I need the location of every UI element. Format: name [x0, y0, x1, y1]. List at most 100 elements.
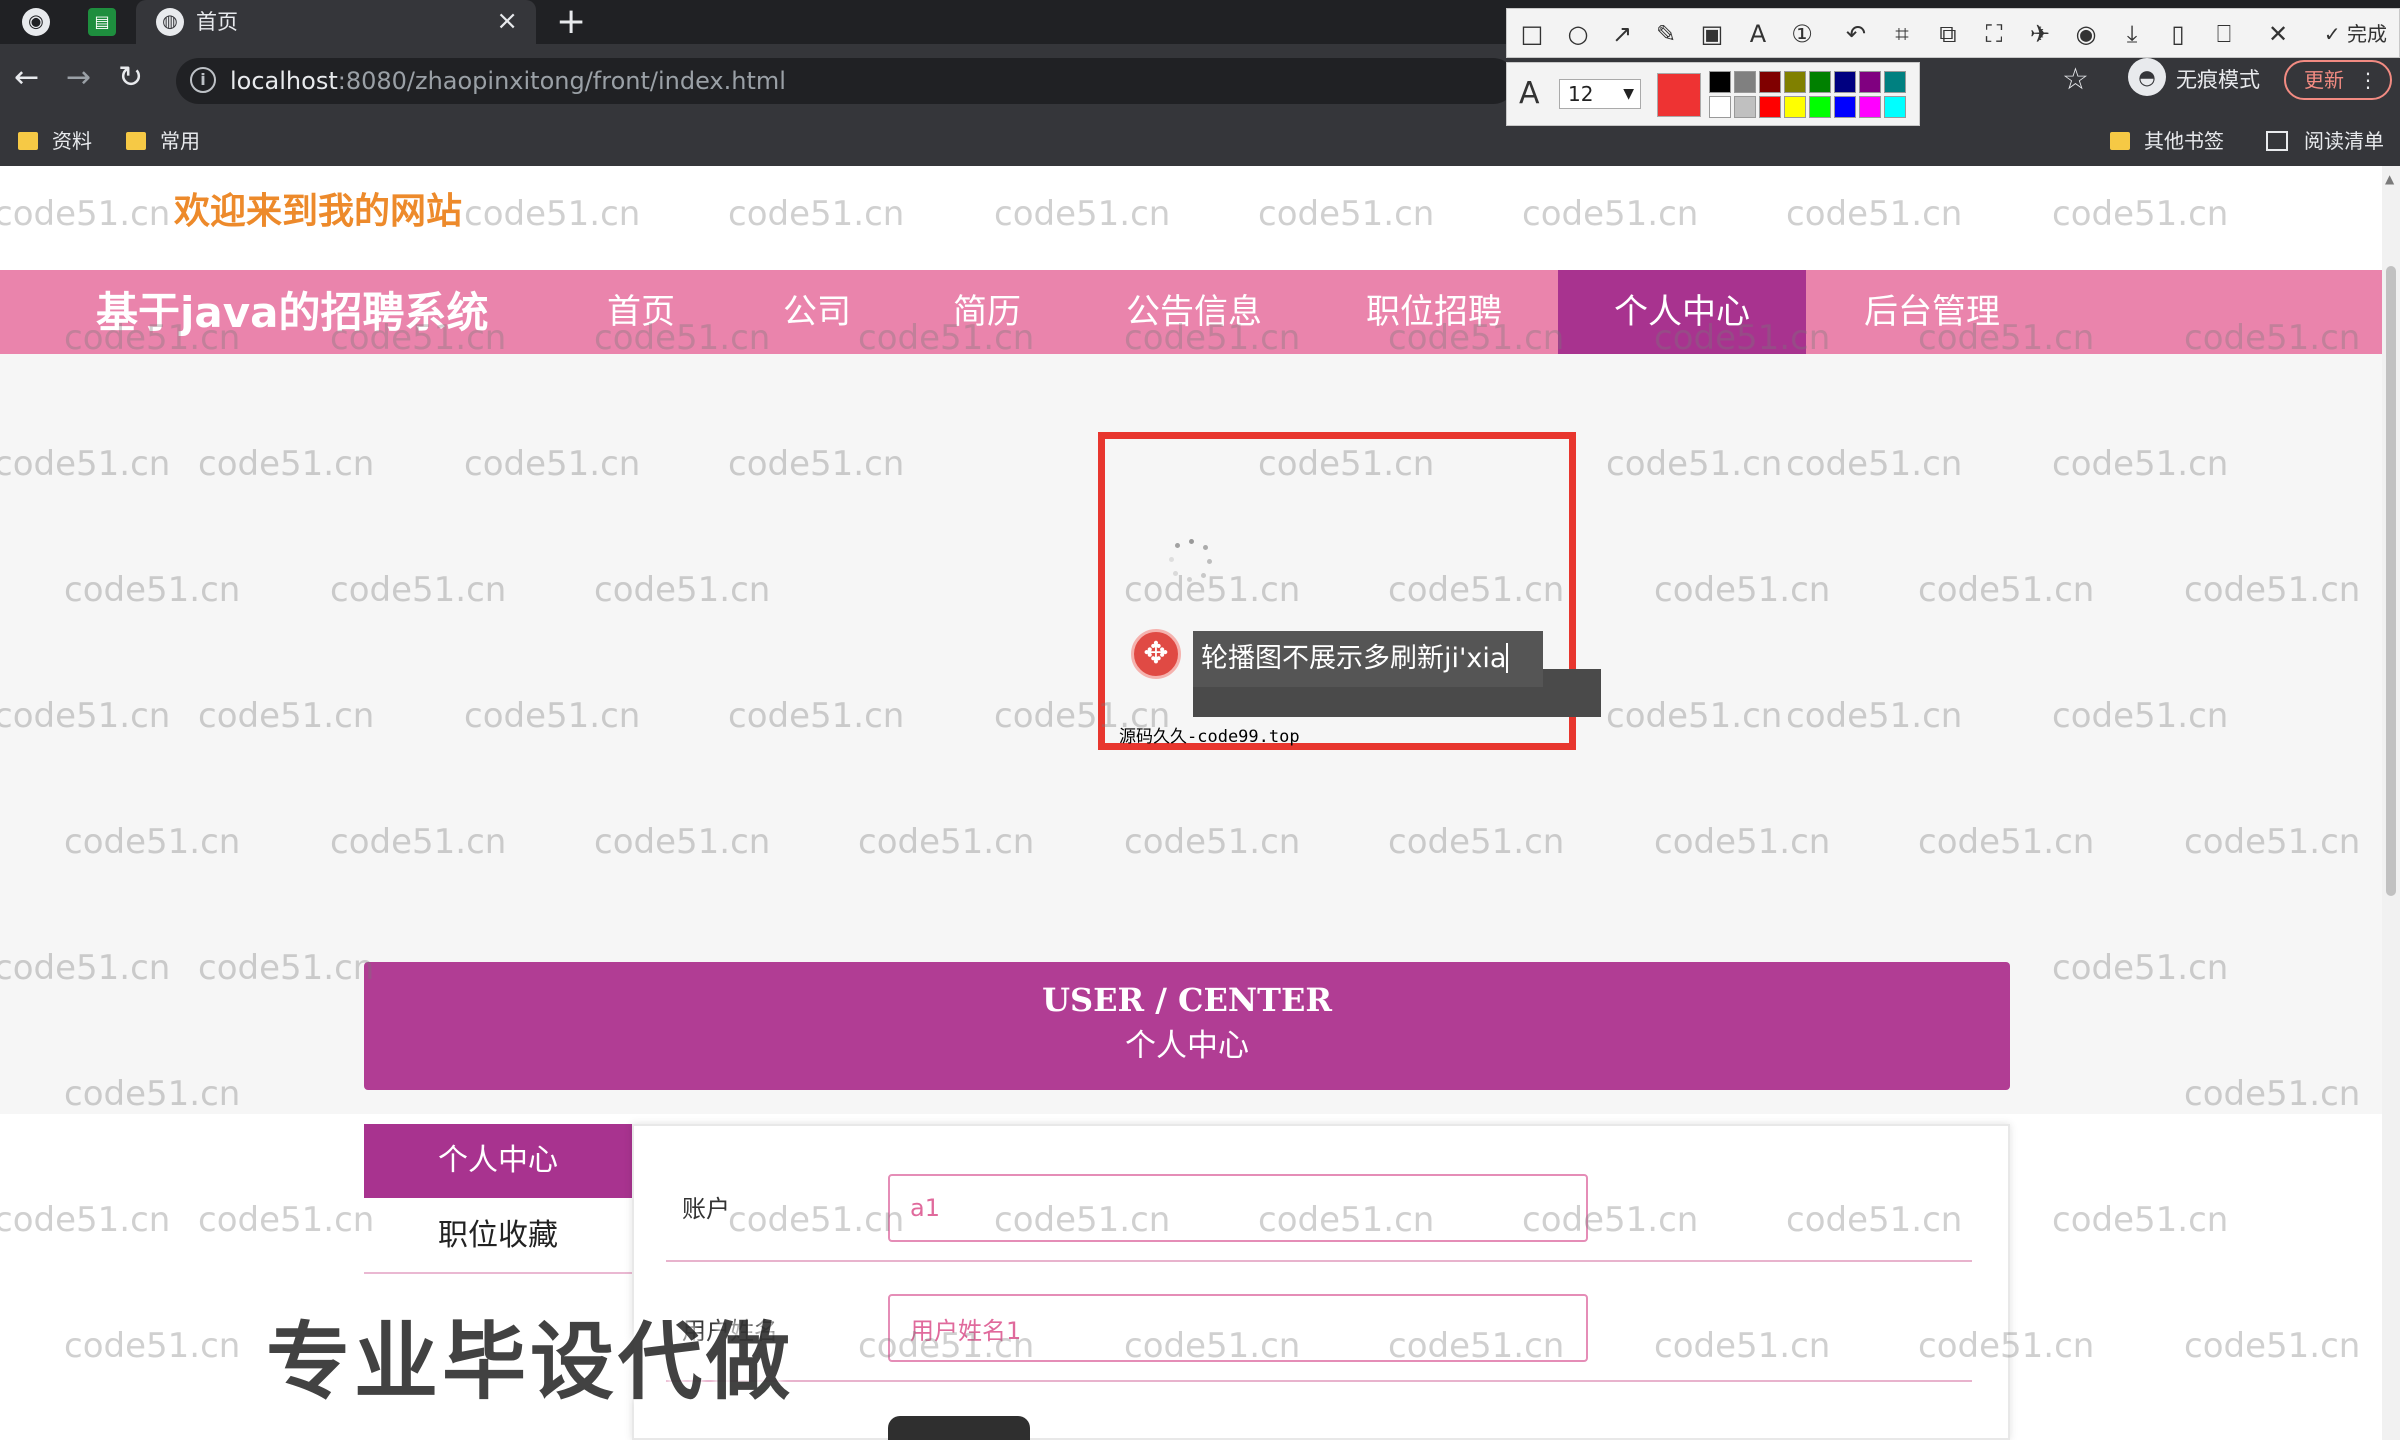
color-swatch[interactable]	[1734, 71, 1756, 93]
tab-close-icon[interactable]: ×	[496, 6, 518, 36]
color-swatch[interactable]	[1759, 71, 1781, 93]
pin-icon[interactable]: ✈	[2025, 19, 2055, 49]
color-swatch[interactable]	[1859, 96, 1881, 118]
font-size-value: 12	[1568, 82, 1594, 106]
color-swatch[interactable]	[1834, 71, 1856, 93]
font-size-select[interactable]: 12 ▼	[1559, 79, 1641, 109]
color-swatch[interactable]	[1884, 96, 1906, 118]
chrome-icon[interactable]: ◉	[22, 8, 50, 36]
menu-dots-icon[interactable]: ⋮	[2358, 62, 2378, 98]
rectangle-tool-icon[interactable]: □	[1517, 19, 1547, 49]
scrollbar-thumb[interactable]	[2386, 266, 2396, 896]
nav-item-company[interactable]: 公司	[762, 270, 872, 354]
color-swatch[interactable]	[1734, 96, 1756, 118]
username-field[interactable]	[888, 1294, 1588, 1362]
site-brand[interactable]: 基于java的招聘系统	[96, 288, 488, 338]
forward-icon[interactable]: →	[66, 60, 91, 96]
color-swatch[interactable]	[1784, 71, 1806, 93]
move-handle-icon[interactable]: ✥	[1131, 629, 1181, 679]
form-divider	[666, 1260, 1972, 1262]
done-button[interactable]: ✓ 完成	[2324, 19, 2387, 49]
sidebar-item-user-center[interactable]: 个人中心	[364, 1124, 632, 1198]
incognito-icon[interactable]: ◓	[2128, 58, 2166, 96]
ocr-icon[interactable]: ⌗	[1887, 19, 1917, 49]
record-icon[interactable]: ◉	[2071, 19, 2101, 49]
annotation-rectangle[interactable]: ✥ 轮播图不展示多刷新ji'xia 源码久久-code99.top	[1098, 432, 1601, 750]
form-divider	[666, 1380, 1972, 1382]
mosaic-tool-icon[interactable]: ▣	[1697, 19, 1727, 49]
watermark: code51.cn	[1522, 194, 1699, 234]
new-tab-button[interactable]: +	[556, 2, 586, 42]
reading-list[interactable]: 阅读清单	[2266, 128, 2384, 154]
color-swatch[interactable]	[1834, 96, 1856, 118]
address-bar[interactable]: i localhost:8080/zhaopinxitong/front/ind…	[176, 58, 1516, 104]
nav-item-jobs[interactable]: 职位招聘	[1350, 270, 1518, 354]
color-swatch[interactable]	[1784, 96, 1806, 118]
incognito-label: 无痕模式	[2176, 68, 2260, 92]
current-color-swatch[interactable]	[1657, 73, 1701, 117]
watermark: code51.cn	[64, 1326, 241, 1366]
nav-item-notices[interactable]: 公告信息	[1110, 270, 1278, 354]
color-swatch[interactable]	[1709, 96, 1731, 118]
update-label: 更新	[2304, 68, 2344, 92]
watermark: code51.cn	[0, 1200, 171, 1240]
browser-tab-active[interactable]: ◍ 首页 ×	[136, 0, 536, 44]
number-tool-icon[interactable]: ①	[1787, 19, 1817, 49]
update-button[interactable]: 更新 ⋮	[2284, 60, 2392, 100]
text-tool-icon[interactable]: A	[1743, 19, 1773, 49]
color-swatch[interactable]	[1809, 96, 1831, 118]
color-swatch[interactable]	[1709, 71, 1731, 93]
watermark: code51.cn	[2052, 1200, 2229, 1240]
nav-item-user-center[interactable]: 个人中心	[1558, 270, 1806, 354]
url-host: localhost	[230, 67, 338, 95]
ellipse-tool-icon[interactable]: ○	[1563, 19, 1593, 49]
bookmark-label: 资料	[52, 129, 92, 153]
profile-form	[632, 1124, 2010, 1440]
web-page: 欢迎来到我的网站 基于java的招聘系统 首页 公司 简历 公告信息 职位招聘 …	[0, 166, 2400, 1440]
pen-tool-icon[interactable]: ✎	[1651, 19, 1681, 49]
bookmark-star-icon[interactable]: ☆	[2062, 62, 2089, 98]
sheets-tab-icon[interactable]: ▤	[88, 8, 116, 36]
scroll-capture-icon[interactable]: ⛶	[1979, 19, 2009, 49]
bookmark-icon[interactable]: ⎕	[2209, 19, 2239, 49]
sidebar-item-favorites[interactable]: 职位收藏	[364, 1198, 632, 1274]
undo-icon[interactable]: ↶	[1841, 19, 1871, 49]
tab-title: 首页	[196, 10, 238, 34]
color-swatch[interactable]	[1759, 96, 1781, 118]
avatar[interactable]	[888, 1416, 1030, 1440]
close-icon[interactable]: ✕	[2263, 19, 2293, 49]
loading-spinner-icon	[1169, 539, 1213, 583]
watermark: code51.cn	[2052, 194, 2229, 234]
arrow-tool-icon[interactable]: ↗	[1607, 19, 1637, 49]
copy-icon[interactable]: ▯	[2163, 19, 2193, 49]
annotation-text-input[interactable]: 轮播图不展示多刷新ji'xia	[1193, 631, 1543, 687]
back-icon[interactable]: ←	[14, 60, 39, 96]
nav-item-resume[interactable]: 简历	[932, 270, 1042, 354]
bookmark-folder-ziliao[interactable]: 资料	[18, 128, 92, 154]
bookmark-folder-changyong[interactable]: 常用	[126, 128, 200, 154]
nav-item-home[interactable]: 首页	[586, 270, 696, 354]
color-swatch[interactable]	[1884, 71, 1906, 93]
done-label: 完成	[2347, 22, 2387, 46]
url-text[interactable]: localhost:8080/zhaopinxitong/front/index…	[230, 67, 786, 95]
reading-list-label: 阅读清单	[2304, 129, 2384, 153]
nav-item-admin[interactable]: 后台管理	[1848, 270, 2016, 354]
url-path: :8080/zhaopinxitong/front/index.html	[337, 67, 786, 95]
color-swatch[interactable]	[1859, 71, 1881, 93]
folder-icon	[18, 132, 38, 150]
page-scrollbar[interactable]: ▲	[2382, 166, 2400, 1440]
site-info-icon[interactable]: i	[190, 67, 216, 93]
account-field[interactable]	[888, 1174, 1588, 1242]
other-bookmarks[interactable]: 其他书签	[2110, 128, 2224, 154]
reload-icon[interactable]: ↻	[118, 60, 143, 96]
bookmark-label: 常用	[160, 129, 200, 153]
welcome-text: 欢迎来到我的网站	[174, 191, 463, 232]
account-label: 账户	[682, 1195, 730, 1223]
color-swatch[interactable]	[1809, 71, 1831, 93]
translate-icon[interactable]: ⧉	[1933, 19, 1963, 49]
download-icon[interactable]: ⤓	[2117, 19, 2147, 49]
scroll-up-icon[interactable]: ▲	[2385, 172, 2394, 186]
watermark: code51.cn	[728, 194, 905, 234]
watermark: code51.cn	[198, 1200, 375, 1240]
folder-icon	[126, 132, 146, 150]
